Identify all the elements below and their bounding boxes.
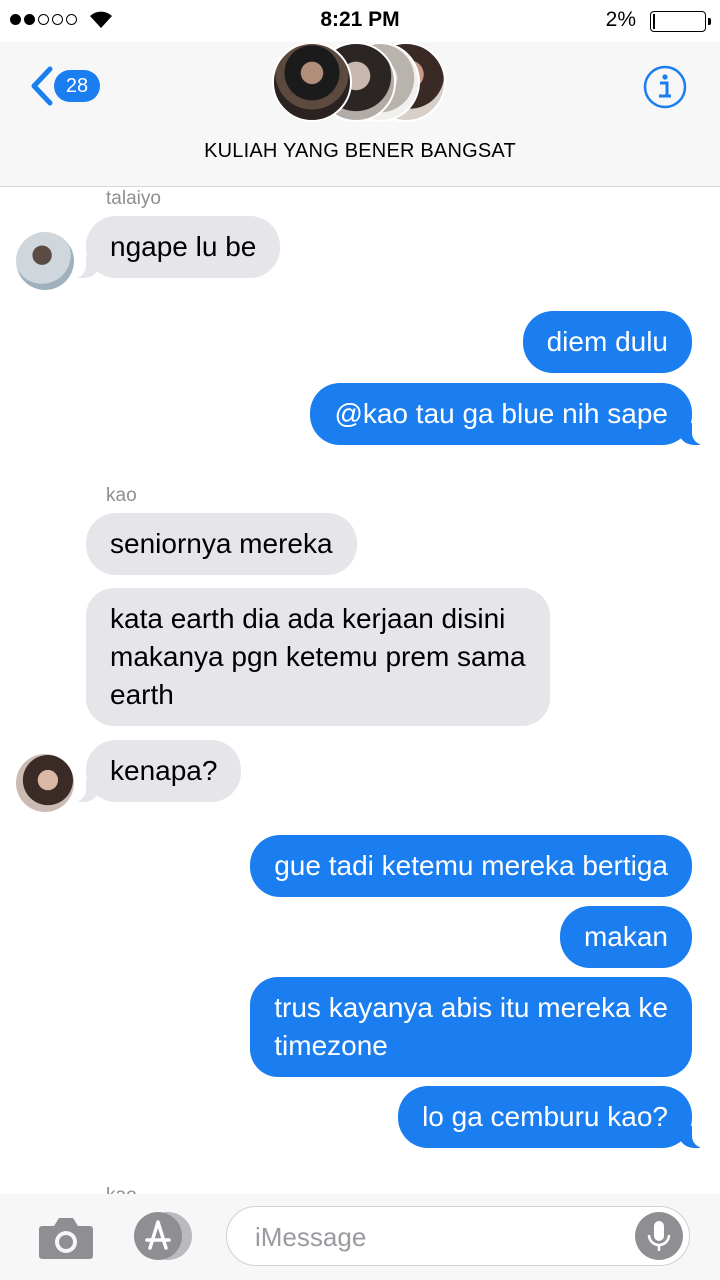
camera-icon[interactable] [38, 1214, 94, 1260]
message-line: earth [110, 679, 174, 710]
group-avatar-1 [272, 42, 352, 122]
message-bubble[interactable]: seniornya mereka [86, 513, 357, 575]
message-bubble[interactable]: kata earth dia ada kerjaan disini makany… [86, 588, 550, 726]
info-icon[interactable] [642, 64, 688, 110]
message-input[interactable] [253, 1217, 617, 1257]
sender-avatar-kao[interactable] [16, 754, 74, 812]
sender-name: kao [106, 1186, 137, 1194]
message-bubble[interactable]: trus kayanya abis itu mereka ke timezone [250, 977, 692, 1077]
message-bubble[interactable]: diem dulu [522, 311, 692, 373]
conversation-header: 28 KULIAH YANG BENER BANGSAT [0, 42, 720, 187]
chevron-left-icon [31, 66, 53, 106]
sender-name: kao [106, 485, 137, 506]
message-input-bar [0, 1194, 720, 1280]
message-bubble[interactable]: gue tadi ketemu mereka bertiga [250, 835, 692, 897]
group-name[interactable]: KULIAH YANG BENER BANGSAT [0, 140, 720, 163]
message-line: makanya pgn ketemu prem sama [110, 641, 526, 672]
battery-icon [650, 11, 711, 32]
microphone-icon[interactable] [635, 1212, 683, 1260]
unread-count-badge: 28 [54, 70, 100, 102]
message-bubble[interactable]: @kao tau ga blue nih sape [310, 383, 704, 445]
sender-name: talaiyo [106, 188, 161, 209]
message-bubble[interactable]: kenapa? [73, 740, 242, 802]
imessage-field[interactable] [226, 1206, 690, 1266]
app-store-icon[interactable] [130, 1210, 192, 1262]
message-bubble[interactable]: ngape lu be [73, 216, 281, 278]
message-line: trus kayanya abis itu mereka ke [274, 992, 668, 1023]
message-line: timezone [274, 1030, 388, 1061]
message-bubble[interactable]: makan [559, 906, 692, 968]
battery-percent: 2% [605, 8, 636, 31]
message-line: kata earth dia ada kerjaan disini [110, 603, 506, 634]
sender-avatar-talaiyo[interactable] [16, 232, 74, 290]
message-bubble[interactable]: lo ga cemburu kao? [398, 1086, 704, 1148]
back-button[interactable]: 28 [28, 66, 108, 106]
group-avatars[interactable] [272, 42, 452, 126]
status-bar: 8:21 PM 2% [0, 0, 720, 42]
